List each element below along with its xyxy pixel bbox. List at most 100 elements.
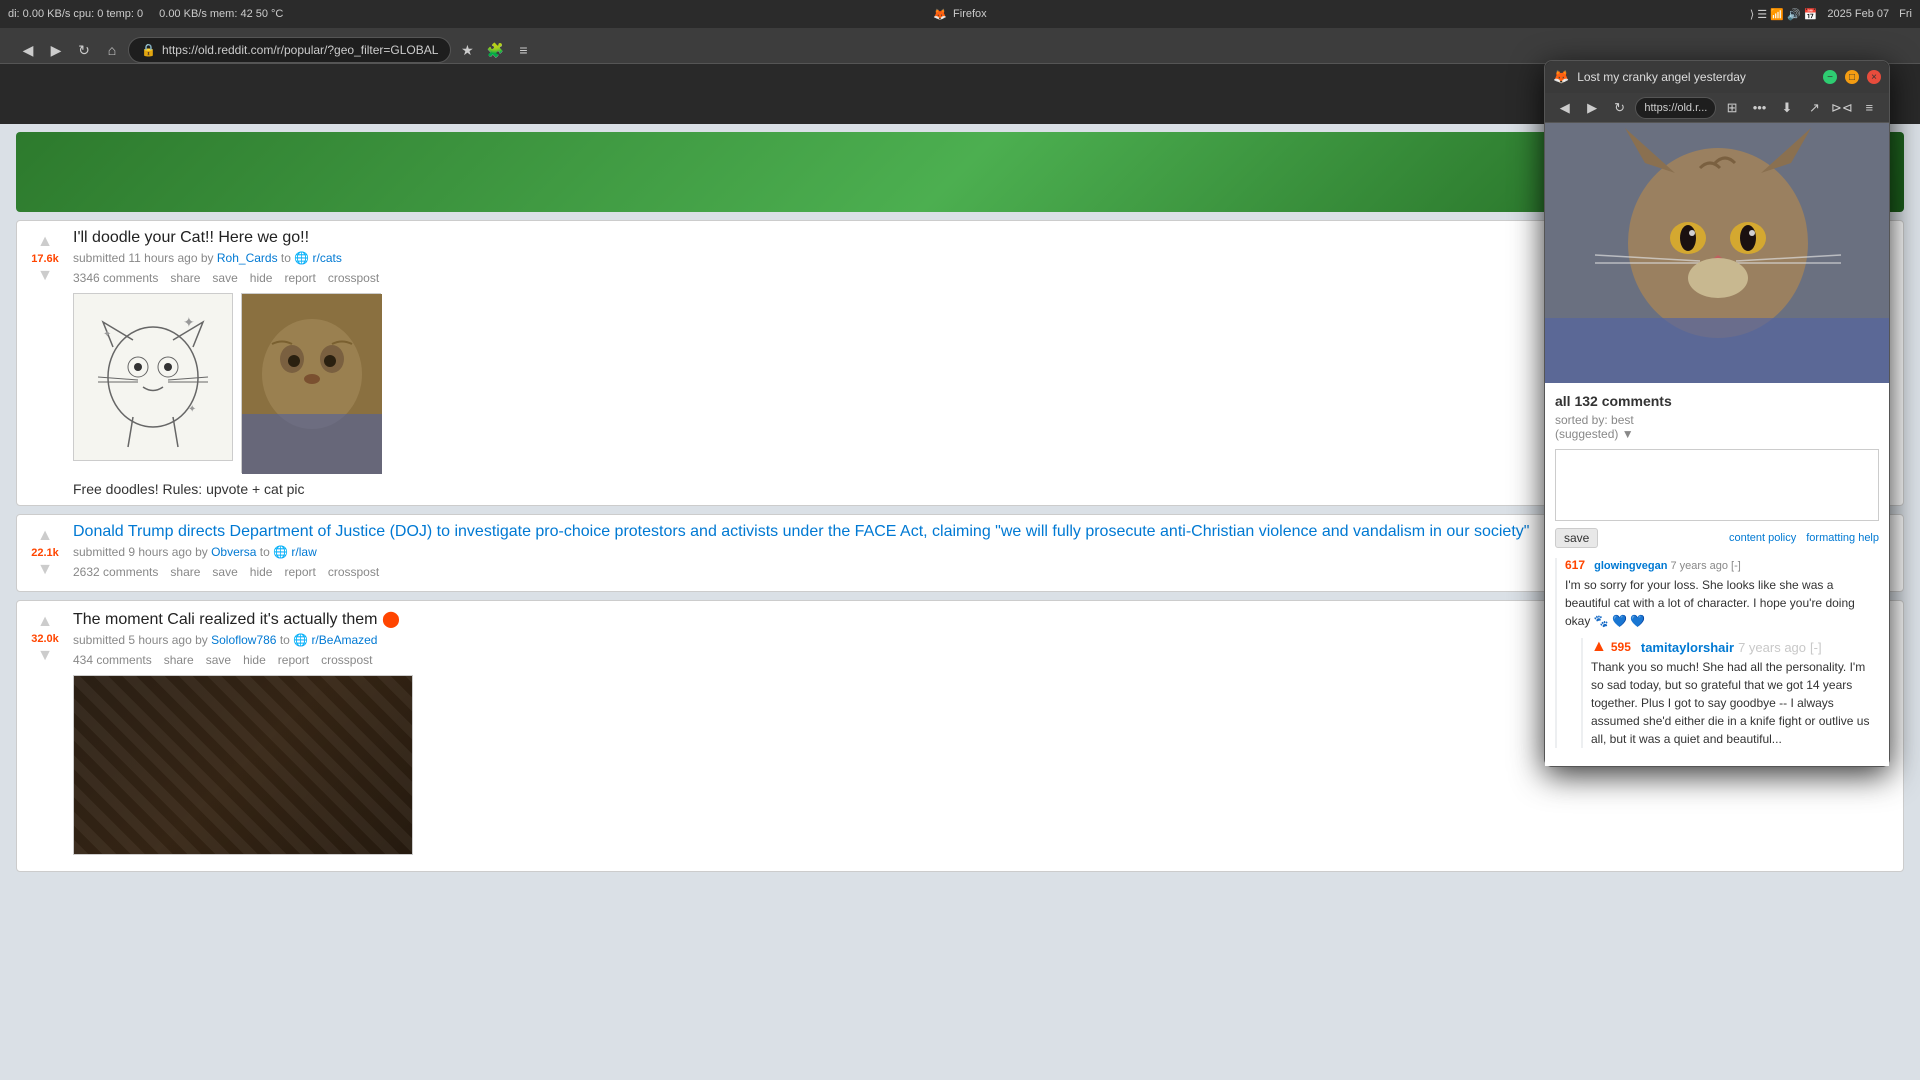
mem-stats: 0.00 KB/s mem: 42 50 °C [159, 8, 283, 20]
upvote-icon-2[interactable]: ▲ [37, 527, 53, 545]
popup-title-text: Lost my cranky angel yesterday [1577, 70, 1815, 84]
comment-2-author[interactable]: tamitaylorshair [1641, 640, 1734, 655]
extensions-button[interactable]: 🧩 [483, 38, 507, 62]
post-author[interactable]: Roh_Cards [217, 251, 278, 265]
suggested-text[interactable]: (suggested) ▼ [1555, 427, 1634, 441]
share-link-3[interactable]: share [164, 653, 194, 667]
minimize-button[interactable]: − [1823, 70, 1837, 84]
maximize-button[interactable]: □ [1845, 70, 1859, 84]
report-link-2[interactable]: report [284, 565, 315, 579]
video-thumb-inner [74, 676, 412, 854]
system-stats: di: 0.00 KB/s cpu: 0 temp: 0 [8, 8, 143, 20]
hide-link-3[interactable]: hide [243, 653, 266, 667]
comment-1-time: 7 years ago [1671, 560, 1732, 572]
comment-1-author[interactable]: glowingvegan [1594, 560, 1667, 572]
comments-link[interactable]: 3346 comments [73, 271, 158, 285]
crosspost-link-3[interactable]: crosspost [321, 653, 372, 667]
comment-2: ▲ 595 tamitaylorshair 7 years ago [-] Th… [1581, 638, 1879, 748]
day: Fri [1899, 8, 1912, 20]
upvote-reply-icon[interactable]: ▲ [1591, 638, 1607, 656]
svg-text:✦: ✦ [183, 314, 195, 330]
vote-section: ▲ 17.6k ▼ [25, 229, 65, 497]
comment-links: content policy formatting help [1729, 532, 1879, 544]
comment-1-badge[interactable]: [-] [1731, 560, 1741, 572]
save-link-3[interactable]: save [206, 653, 231, 667]
comments-section: all 132 comments sorted by: best (sugges… [1545, 383, 1889, 766]
comment-2-text: Thank you so much! She had all the perso… [1591, 658, 1879, 748]
cat-sketch-image[interactable]: ✦ ✦ ✦ [73, 293, 233, 461]
post-subreddit-3[interactable]: r/BeAmazed [311, 633, 377, 647]
vote-section-2: ▲ 22.1k ▼ [25, 523, 65, 583]
back-button[interactable]: ◀ [16, 38, 40, 62]
comment-2-badge[interactable]: [-] [1810, 640, 1822, 655]
close-button[interactable]: × [1867, 70, 1881, 84]
address-text: https://old.reddit.com/r/popular/?geo_fi… [162, 43, 439, 57]
post-title-text-3: The moment Cali realized it's actually t… [73, 611, 378, 628]
save-link[interactable]: save [212, 271, 237, 285]
app-name: Firefox [953, 8, 987, 20]
popup-title-bar: 🦊 Lost my cranky angel yesterday − □ × [1545, 61, 1889, 93]
address-bar[interactable]: 🔒 https://old.reddit.com/r/popular/?geo_… [128, 37, 451, 63]
popup-menu-button[interactable]: ≡ [1858, 96, 1881, 120]
video-thumbnail[interactable] [73, 675, 413, 855]
popup-back-button[interactable]: ◀ [1553, 96, 1576, 120]
upvote-icon-3[interactable]: ▲ [37, 613, 53, 631]
animated-icon: ⬤ [382, 611, 400, 628]
save-link-2[interactable]: save [212, 565, 237, 579]
sorted-by: sorted by: best (suggested) ▼ [1555, 413, 1879, 441]
popup-nav: ◀ ▶ ↻ https://old.r... ⊞ ••• ⬇ ↗ ⊳⊲ ≡ [1545, 93, 1889, 123]
system-icons: ⟩ ☰ 📶 🔊 📅 [1750, 8, 1817, 21]
taskbar: di: 0.00 KB/s cpu: 0 temp: 0 0.00 KB/s m… [0, 0, 1920, 28]
crosspost-link-2[interactable]: crosspost [328, 565, 379, 579]
comment-input[interactable] [1555, 449, 1879, 521]
taskbar-right: ⟩ ☰ 📶 🔊 📅 2025 Feb 07 Fri [1750, 8, 1912, 21]
reload-button[interactable]: ↻ [72, 38, 96, 62]
post-subreddit[interactable]: r/cats [313, 251, 342, 265]
post-author-3[interactable]: Soloflow786 [211, 633, 276, 647]
downvote-icon-3[interactable]: ▼ [37, 647, 53, 665]
popup-grid-icon[interactable]: ⊞ [1720, 96, 1743, 120]
share-link[interactable]: share [170, 271, 200, 285]
comment-1-text: I'm so sorry for your loss. She looks li… [1565, 576, 1879, 630]
popup-address-text: https://old.r... [1644, 102, 1707, 114]
hide-link[interactable]: hide [250, 271, 273, 285]
popup-share-button[interactable]: ↗ [1803, 96, 1826, 120]
comments-link-3[interactable]: 434 comments [73, 653, 152, 667]
popup-expand-button[interactable]: ⊳⊲ [1830, 96, 1853, 120]
comments-link-2[interactable]: 2632 comments [73, 565, 158, 579]
popup-address-bar[interactable]: https://old.r... [1635, 97, 1716, 119]
vote-count-3: 32.0k [31, 633, 59, 645]
post-subreddit-2[interactable]: r/law [291, 545, 316, 559]
vote-count-2: 22.1k [31, 547, 59, 559]
report-link[interactable]: report [284, 271, 315, 285]
content-policy-link[interactable]: content policy [1729, 532, 1796, 544]
menu-button[interactable]: ≡ [511, 38, 535, 62]
comment-2-time: 7 years ago [1738, 640, 1806, 655]
cat-image-area [1545, 123, 1889, 383]
comment-1-score: 617 [1565, 558, 1585, 572]
cat-photo-image[interactable] [241, 293, 381, 473]
report-link-3[interactable]: report [278, 653, 309, 667]
svg-text:✦: ✦ [188, 404, 196, 415]
popup-forward-button[interactable]: ▶ [1580, 96, 1603, 120]
post-author-2[interactable]: Obversa [211, 545, 256, 559]
datetime: 2025 Feb 07 [1827, 8, 1889, 20]
forward-button[interactable]: ▶ [44, 38, 68, 62]
bookmark-button[interactable]: ★ [455, 38, 479, 62]
crosspost-link[interactable]: crosspost [328, 271, 379, 285]
downvote-icon-2[interactable]: ▼ [37, 561, 53, 579]
popup-download-button[interactable]: ⬇ [1775, 96, 1798, 120]
comment-save-button[interactable]: save [1555, 528, 1598, 548]
home-button[interactable]: ⌂ [100, 38, 124, 62]
lock-icon: 🔒 [141, 43, 156, 57]
upvote-icon[interactable]: ▲ [37, 233, 53, 251]
share-link-2[interactable]: share [170, 565, 200, 579]
comment-2-score: 595 [1611, 640, 1631, 654]
popup-more-button[interactable]: ••• [1748, 96, 1771, 120]
firefox-icon: 🦊 [933, 8, 947, 21]
downvote-icon[interactable]: ▼ [37, 267, 53, 285]
popup-reload-button[interactable]: ↻ [1608, 96, 1631, 120]
hide-link-2[interactable]: hide [250, 565, 273, 579]
popup-window: 🦊 Lost my cranky angel yesterday − □ × ◀… [1544, 60, 1890, 767]
formatting-help-link[interactable]: formatting help [1806, 532, 1879, 544]
